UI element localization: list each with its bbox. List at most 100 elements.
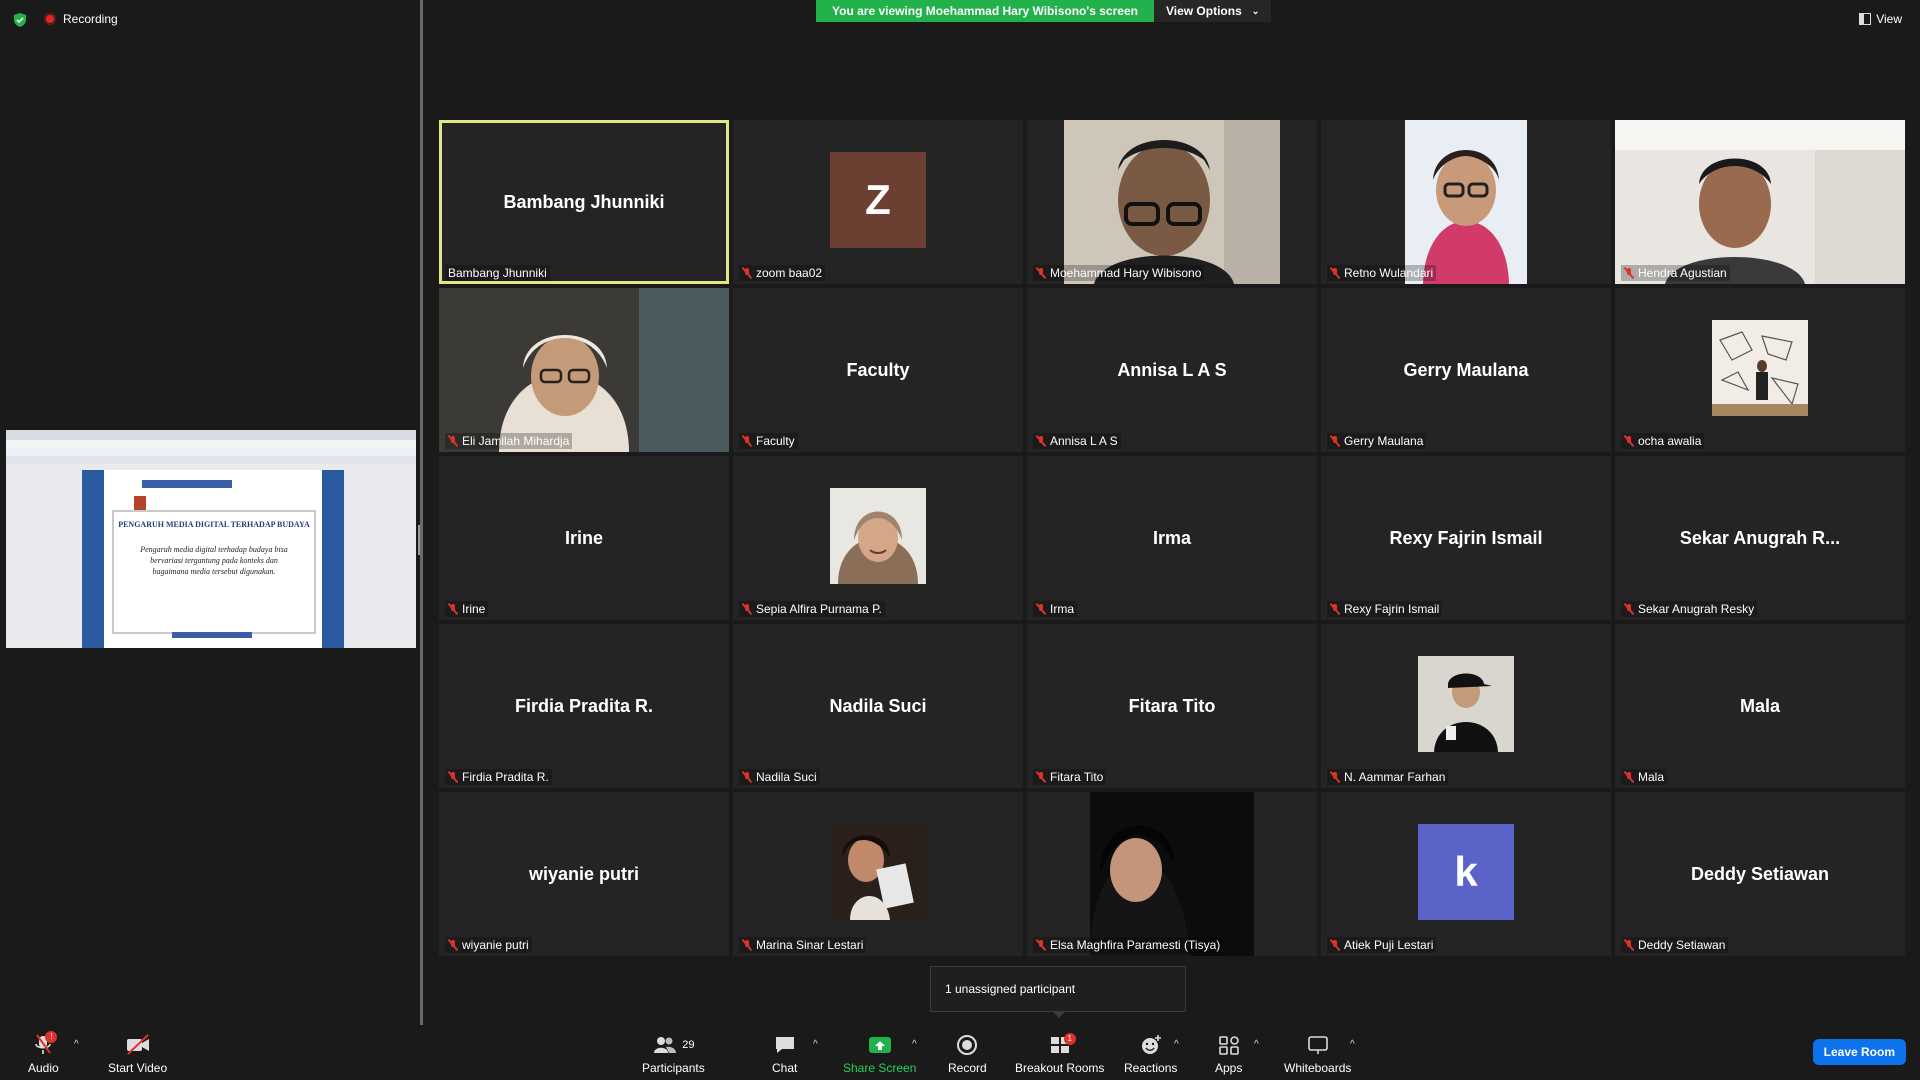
participant-tile[interactable]: Irma Irma <box>1027 456 1317 620</box>
shield-icon[interactable] <box>12 12 28 28</box>
participant-name-label: Irma <box>1033 601 1077 617</box>
participant-display-name: wiyanie putri <box>528 863 640 884</box>
reactions-label: Reactions <box>1124 1061 1178 1075</box>
audio-options-caret[interactable]: ^ <box>74 1039 79 1050</box>
participant-tile[interactable]: Fitara Tito Fitara Tito <box>1027 624 1317 788</box>
view-options-button[interactable]: View Options ⌄ <box>1153 0 1272 22</box>
participant-display-name: Rexy Fajrin Ismail <box>1389 527 1543 548</box>
record-button[interactable]: Record <box>948 1033 987 1075</box>
reactions-options-caret[interactable]: ^ <box>1174 1039 1179 1050</box>
participant-name: Firdia Pradita R. <box>462 770 549 784</box>
shared-screen-thumbnail[interactable]: PENGARUH MEDIA DIGITAL TERHADAP BUDAYA P… <box>6 430 416 648</box>
participant-tile[interactable]: Deddy Setiawan Deddy Setiawan <box>1615 792 1905 956</box>
share-screen-button[interactable]: Share Screen <box>843 1033 916 1075</box>
participant-name-label: Sekar Anugrah Resky <box>1621 601 1758 617</box>
apps-label: Apps <box>1215 1061 1243 1075</box>
participant-name-label: Retno Wulandari <box>1327 265 1437 281</box>
microphone-icon: ! <box>33 1031 58 1057</box>
participant-avatar: k <box>1418 824 1514 920</box>
participant-name: Moehammad Hary Wibisono <box>1050 266 1202 280</box>
view-button[interactable]: View <box>1859 12 1902 26</box>
browser-address-bar <box>6 440 416 448</box>
participant-name-label: Marina Sinar Lestari <box>739 937 867 953</box>
participant-tile[interactable]: Rexy Fajrin Ismail Rexy Fajrin Ismail <box>1321 456 1611 620</box>
chat-options-caret[interactable]: ^ <box>813 1039 818 1050</box>
participant-display-name: Faculty <box>846 359 910 380</box>
participant-tile[interactable]: Firdia Pradita R. Firdia Pradita R. <box>439 624 729 788</box>
recording-indicator[interactable]: Recording <box>44 12 118 26</box>
whiteboards-label: Whiteboards <box>1284 1061 1352 1075</box>
leave-room-button[interactable]: Leave Room <box>1812 1039 1906 1065</box>
participant-display-name: Gerry Maulana <box>1403 359 1529 380</box>
university-logo-icon <box>134 496 146 510</box>
view-label: View <box>1876 12 1902 26</box>
participant-tile[interactable]: Elsa Maghfira Paramesti (Tisya) <box>1027 792 1317 956</box>
participant-display-name: Mala <box>1739 695 1781 716</box>
participant-tile[interactable]: Bambang Jhunniki Bambang Jhunniki <box>439 120 729 284</box>
participant-name-label: Sepia Alfira Purnama P. <box>739 601 885 617</box>
chat-icon <box>773 1033 797 1057</box>
participant-name-label: Nadila Suci <box>739 769 820 785</box>
participant-name-label: Irine <box>445 601 489 617</box>
chat-button[interactable]: Chat <box>772 1033 797 1075</box>
participant-name: Annisa L A S <box>1050 434 1118 448</box>
participants-count: 29 <box>682 1039 695 1051</box>
participant-tile[interactable]: Annisa L A S Annisa L A S <box>1027 288 1317 452</box>
participant-tile[interactable]: wiyanie putri wiyanie putri <box>439 792 729 956</box>
presentation-slide: PENGARUH MEDIA DIGITAL TERHADAP BUDAYA P… <box>82 470 344 648</box>
breakout-rooms-button[interactable]: 1 Breakout Rooms <box>1015 1033 1104 1075</box>
participant-name: Bambang Jhunniki <box>448 266 547 280</box>
whiteboards-options-caret[interactable]: ^ <box>1350 1039 1355 1050</box>
participant-name: Hendra Agustian <box>1638 266 1727 280</box>
microphone-muted-icon <box>742 435 752 447</box>
participant-tile[interactable]: k Atiek Puji Lestari <box>1321 792 1611 956</box>
participant-name-label: Faculty <box>739 433 798 449</box>
participant-name: Mala <box>1638 770 1665 784</box>
participant-tile[interactable]: Retno Wulandari <box>1321 120 1611 284</box>
participant-tile[interactable]: Zzoom baa02 <box>733 120 1023 284</box>
start-video-button[interactable]: Start Video <box>108 1033 167 1075</box>
participant-tile[interactable]: ocha awalia <box>1615 288 1905 452</box>
participant-tile[interactable]: Nadila Suci Nadila Suci <box>733 624 1023 788</box>
microphone-muted-icon <box>448 603 458 615</box>
view-options-label: View Options <box>1165 4 1242 18</box>
participant-name: Irma <box>1050 602 1074 616</box>
participant-name-label: Atiek Puji Lestari <box>1327 937 1437 953</box>
participant-name: Sekar Anugrah Resky <box>1638 602 1755 616</box>
panel-divider[interactable] <box>420 0 423 1025</box>
microphone-muted-icon <box>742 267 752 279</box>
participant-display-name: Fitara Tito <box>1128 695 1216 716</box>
participant-avatar-photo <box>830 824 926 920</box>
participant-tile[interactable]: Sepia Alfira Purnama P. <box>733 456 1023 620</box>
participant-avatar-photo <box>830 488 926 584</box>
participant-tile[interactable]: Gerry Maulana Gerry Maulana <box>1321 288 1611 452</box>
share-options-caret[interactable]: ^ <box>912 1039 917 1050</box>
slide-left-border <box>82 470 104 648</box>
participant-name: ocha awalia <box>1638 434 1702 448</box>
microphone-muted-icon <box>742 603 752 615</box>
audio-button[interactable]: ! Audio <box>28 1031 59 1075</box>
divider-handle[interactable] <box>418 525 420 555</box>
microphone-muted-icon <box>1330 435 1340 447</box>
participant-tile[interactable]: Hendra Agustian <box>1615 120 1905 284</box>
reactions-button[interactable]: Reactions <box>1124 1033 1177 1075</box>
participant-name-label: N. Aammar Farhan <box>1327 769 1449 785</box>
participant-tile[interactable]: Marina Sinar Lestari <box>733 792 1023 956</box>
apps-options-caret[interactable]: ^ <box>1254 1039 1259 1050</box>
share-screen-label: Share Screen <box>843 1061 917 1075</box>
breakout-rooms-icon: 1 <box>1048 1033 1076 1057</box>
slides-toolbar <box>6 456 416 464</box>
whiteboards-button[interactable]: Whiteboards <box>1284 1033 1351 1075</box>
participant-tile[interactable]: Eli Jamilah Mihardja <box>439 288 729 452</box>
participant-tile[interactable]: Faculty Faculty <box>733 288 1023 452</box>
participant-tile[interactable]: N. Aammar Farhan <box>1321 624 1611 788</box>
participant-tile[interactable]: Irine Irine <box>439 456 729 620</box>
participant-tile[interactable]: Sekar Anugrah R... Sekar Anugrah Resky <box>1615 456 1905 620</box>
microphone-muted-icon <box>742 939 752 951</box>
participant-name-label: wiyanie putri <box>445 937 532 953</box>
microphone-muted-icon <box>1330 603 1340 615</box>
participants-button[interactable]: 29 Participants <box>642 1033 705 1075</box>
participant-tile[interactable]: Moehammad Hary Wibisono <box>1027 120 1317 284</box>
participant-tile[interactable]: Mala Mala <box>1615 624 1905 788</box>
apps-button[interactable]: Apps <box>1215 1033 1242 1075</box>
